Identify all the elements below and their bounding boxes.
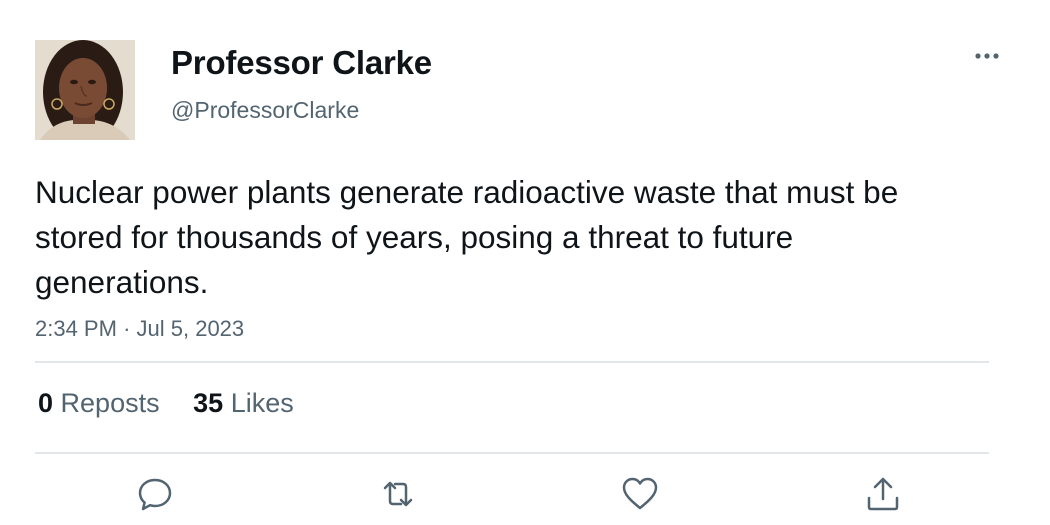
tweet-timestamp[interactable]: 2:34 PM · Jul 5, 2023 [35, 316, 244, 342]
divider [35, 452, 989, 454]
more-options-icon[interactable] [970, 46, 1004, 66]
reply-icon[interactable] [135, 474, 175, 514]
divider [35, 361, 989, 363]
tweet-text: Nuclear power plants generate radioactiv… [35, 174, 899, 300]
avatar[interactable] [35, 40, 135, 140]
reposts-label: Reposts [60, 388, 160, 418]
like-icon[interactable] [620, 474, 660, 514]
reposts-count: 0 [38, 388, 54, 418]
likes-label: Likes [230, 388, 294, 418]
display-name[interactable]: Professor Clarke [171, 44, 432, 82]
tweet-time: 2:34 PM [35, 316, 117, 341]
user-handle[interactable]: @ProfessorClarke [171, 97, 359, 124]
share-icon[interactable] [863, 474, 903, 514]
meta-separator: · [123, 316, 131, 341]
repost-icon[interactable] [378, 474, 418, 514]
reposts-stat[interactable]: 0 Reposts [38, 388, 160, 419]
engagement-stats: 0 Reposts 35 Likes [38, 388, 320, 419]
tweet-date: Jul 5, 2023 [136, 316, 245, 341]
likes-count: 35 [193, 388, 224, 418]
tweet-card: Professor Clarke @ProfessorClarke Nuclea… [0, 0, 1050, 525]
likes-stat[interactable]: 35 Likes [193, 388, 294, 419]
